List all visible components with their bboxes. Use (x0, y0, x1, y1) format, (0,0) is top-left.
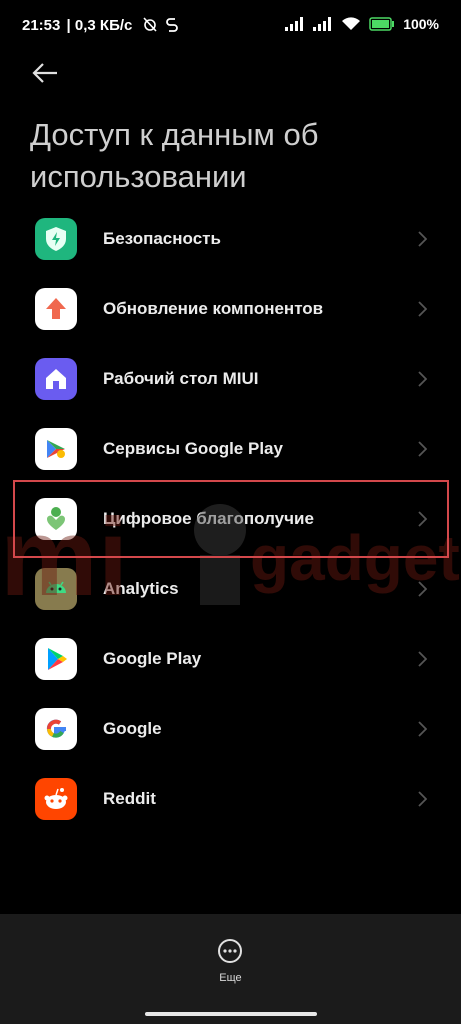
page-title: Доступ к данным об использовании (30, 117, 319, 194)
app-label: Google (103, 719, 162, 738)
status-speed: | 0,3 КБ/с (66, 17, 133, 34)
wifi-icon (342, 17, 361, 30)
puzzle-icon (35, 428, 77, 470)
app-label: Обновление компонентов (103, 299, 324, 318)
battery-icon (369, 17, 395, 31)
list-item-play-services[interactable]: Сервисы Google Play (0, 414, 461, 484)
list-item-analytics[interactable]: Analytics (0, 554, 461, 624)
chevron-right-icon (418, 651, 427, 667)
chevron-right-icon (418, 301, 427, 317)
chevron-right-icon (418, 581, 427, 597)
bottom-bar: Еще (0, 914, 461, 1024)
play-store-icon (35, 638, 77, 680)
status-right: 100% (285, 16, 439, 32)
signal-icon-2 (313, 17, 332, 31)
signal-icon (285, 17, 304, 31)
home-icon (35, 358, 77, 400)
update-arrow-icon (35, 288, 77, 330)
android-icon (35, 568, 77, 610)
home-indicator[interactable] (145, 1012, 317, 1016)
app-label: Reddit (103, 789, 156, 808)
status-left: 21:53 | 0,3 КБ/с (22, 16, 178, 34)
list-item-google-play[interactable]: Google Play (0, 624, 461, 694)
list-item-miui-launcher[interactable]: Рабочий стол MIUI (0, 344, 461, 414)
app-label: Безопасность (103, 229, 221, 248)
chevron-right-icon (418, 441, 427, 457)
app-label: Рабочий стол MIUI (103, 369, 259, 388)
highlight-box (13, 480, 449, 558)
google-g-icon (35, 708, 77, 750)
status-time: 21:53 (22, 17, 61, 34)
chevron-right-icon (418, 231, 427, 247)
status-bar: 21:53 | 0,3 КБ/с 100% (0, 0, 461, 48)
list-item-google[interactable]: Google (0, 694, 461, 764)
alarm-off-icon (142, 17, 157, 32)
app-label: Google Play (103, 649, 202, 668)
app-label: Analytics (103, 579, 179, 598)
app-label: Сервисы Google Play (103, 439, 283, 458)
chevron-right-icon (418, 721, 427, 737)
list-item-update[interactable]: Обновление компонентов (0, 274, 461, 344)
list-item-security[interactable]: Безопасность (0, 204, 461, 274)
security-shield-icon (35, 218, 77, 260)
back-arrow-icon (32, 63, 57, 83)
list-item-reddit[interactable]: Reddit (0, 764, 461, 834)
more-label: Еще (219, 972, 242, 984)
battery-percent: 100% (403, 16, 439, 32)
chevron-right-icon (418, 791, 427, 807)
chevron-right-icon (418, 371, 427, 387)
more-icon (218, 939, 242, 963)
reddit-icon (35, 778, 77, 820)
sync-icon (165, 18, 178, 32)
back-button[interactable] (30, 58, 64, 88)
